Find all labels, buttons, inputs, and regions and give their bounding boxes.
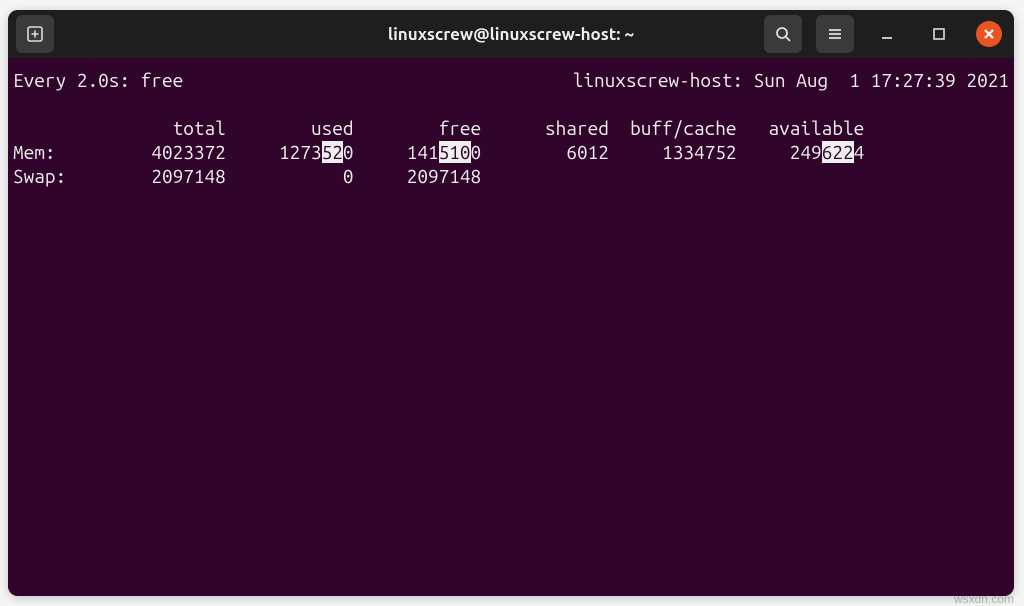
menu-button[interactable] [816,15,854,53]
maximize-button[interactable] [920,15,958,53]
terminal-output[interactable]: Every 2.0s: free linuxscrew-host: Sun Aug… [8,58,1014,596]
swap-row: Swap: 2097148 0 2097148 [13,164,1009,188]
mem-row: Mem: 4023372 1273520 1415100 6012 133475… [13,140,1009,164]
header-row: total used free shared buff/cache availa… [13,116,1009,140]
close-button[interactable] [976,21,1002,47]
new-tab-button[interactable] [16,15,54,53]
watch-host-time: linuxscrew-host: Sun Aug 1 17:27:39 2021 [573,68,1009,92]
terminal-window: linuxscrew@linuxscrew-host: ~ Every 2.0s… [8,10,1014,596]
search-button[interactable] [764,15,802,53]
watch-header: Every 2.0s: free linuxscrew-host: Sun Aug… [13,68,1009,92]
titlebar: linuxscrew@linuxscrew-host: ~ [8,10,1014,58]
watermark: wsxdn.com [954,592,1014,606]
blank-row [13,92,1009,116]
minimize-button[interactable] [868,15,906,53]
watch-interval: Every 2.0s: free [13,68,183,92]
window-controls [764,15,1006,53]
